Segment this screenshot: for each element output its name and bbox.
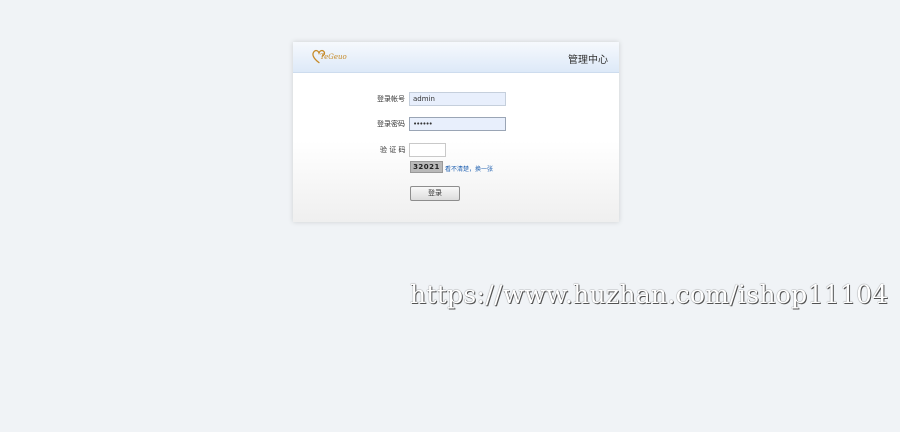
- password-label: 登录密码: [377, 120, 405, 128]
- username-input[interactable]: [409, 92, 506, 106]
- password-input[interactable]: ••••••: [409, 117, 506, 131]
- captcha-label: 验 证 码: [380, 146, 406, 154]
- header-title: 管理中心: [568, 55, 608, 66]
- refresh-captcha-link[interactable]: 看不清楚，换一张: [445, 164, 493, 173]
- logo-text: TeGeuo: [320, 53, 347, 61]
- watermark: https://www.huzhan.com/ishop11104: [410, 280, 889, 309]
- captcha-input[interactable]: [409, 143, 446, 157]
- login-button[interactable]: 登录: [410, 186, 460, 201]
- login-panel: TeGeuo 管理中心 登录帐号 登录密码 •••••• 验 证 码 32021…: [293, 42, 619, 222]
- panel-header: TeGeuo 管理中心: [293, 42, 619, 73]
- username-label: 登录帐号: [377, 95, 405, 103]
- captcha-image[interactable]: 32021: [410, 161, 443, 173]
